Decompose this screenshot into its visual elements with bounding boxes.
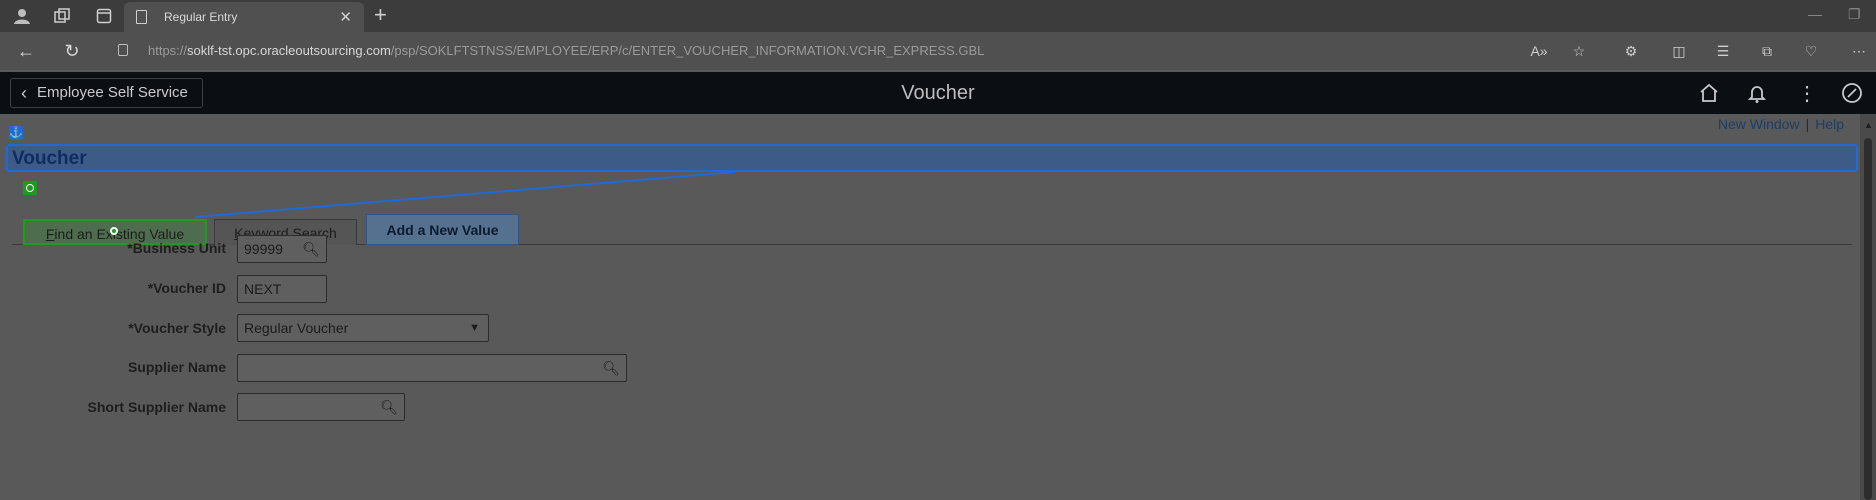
url-field[interactable]: https://soklf-tst.opc.oracleoutsourcing.… [108, 36, 1648, 66]
minimize-icon[interactable]: — [1808, 6, 1822, 22]
search-lookup-icon[interactable]: 🔍︎ [602, 355, 620, 381]
workspaces-icon[interactable] [50, 4, 74, 28]
url-text: https://soklf-tst.opc.oracleoutsourcing.… [148, 43, 985, 58]
read-aloud-icon[interactable]: A» [1528, 40, 1550, 62]
voucher-style-label: *Voucher Style [128, 320, 226, 336]
scroll-up-icon[interactable]: ▲ [1864, 120, 1873, 130]
back-arrow-icon[interactable]: ← [14, 39, 38, 63]
voucher-id-label: *Voucher ID [147, 280, 226, 296]
page-icon [136, 10, 147, 24]
notifications-bell-icon[interactable] [1745, 82, 1769, 106]
voucher-style-select[interactable]: Regular Voucher ▼ [237, 314, 489, 342]
page-content: New Window | Help ⚓ Voucher Find an Existi… [0, 114, 1876, 500]
short-supplier-name-label: Short Supplier Name [87, 399, 226, 415]
connector-line [194, 171, 736, 218]
search-lookup-icon[interactable]: 🔍︎ [380, 394, 398, 420]
lock-icon [118, 44, 128, 56]
actions-menu-icon[interactable]: ⋮ [1795, 82, 1819, 106]
restore-icon[interactable]: ❐ [1848, 6, 1861, 23]
collections-icon[interactable]: ⧉ [1756, 40, 1778, 62]
browser-tab-regular-entry[interactable]: Regular Entry ✕ [124, 2, 364, 32]
browser-essentials-icon[interactable]: ♡ [1800, 40, 1822, 62]
tab-actions-icon[interactable] [92, 4, 116, 28]
home-icon[interactable] [1697, 82, 1721, 106]
vertical-scrollbar[interactable]: ▲ [1860, 114, 1876, 500]
favorites-list-icon[interactable]: ☰ [1712, 40, 1734, 62]
click-marker [110, 227, 118, 235]
business-unit-label: *Business Unit [127, 240, 226, 256]
more-menu-icon[interactable]: ⋯ [1848, 40, 1870, 62]
address-bar-row: ← ↻ https://soklf-tst.opc.oracleoutsourc… [0, 32, 1876, 70]
voucher-id-input[interactable]: NEXT [237, 275, 327, 303]
refresh-icon[interactable]: ↻ [60, 39, 84, 63]
tab-add-new-value[interactable]: Add a New Value [366, 214, 519, 245]
favorite-star-icon[interactable]: ☆ [1568, 40, 1590, 62]
browser-tab-title: Regular Entry [164, 10, 238, 24]
business-unit-input[interactable]: 99999 🔍︎ [237, 235, 327, 263]
header-title: Voucher [901, 82, 975, 104]
close-tab-icon[interactable]: ✕ [339, 8, 352, 26]
new-tab-icon[interactable]: + [374, 3, 387, 27]
profile-icon[interactable] [10, 4, 34, 28]
split-screen-icon[interactable]: ◫ [1668, 40, 1690, 62]
scrollbar-thumb[interactable] [1864, 138, 1872, 500]
browser-tab-strip: Regular Entry ✕ + — ❐ [0, 0, 1876, 32]
supplier-name-label: Supplier Name [127, 359, 226, 375]
navbar-compass-icon[interactable] [1840, 82, 1864, 106]
supplier-name-input[interactable]: 🔍︎ [237, 354, 627, 382]
search-lookup-icon[interactable]: 🔍︎ [302, 236, 320, 262]
extensions-icon[interactable]: ⚙ [1620, 40, 1642, 62]
chevron-down-icon: ▼ [469, 322, 480, 334]
app-header: ‹ Employee Self Service Voucher ⋮ [0, 72, 1876, 114]
short-supplier-name-input[interactable]: 🔍︎ [237, 393, 405, 421]
